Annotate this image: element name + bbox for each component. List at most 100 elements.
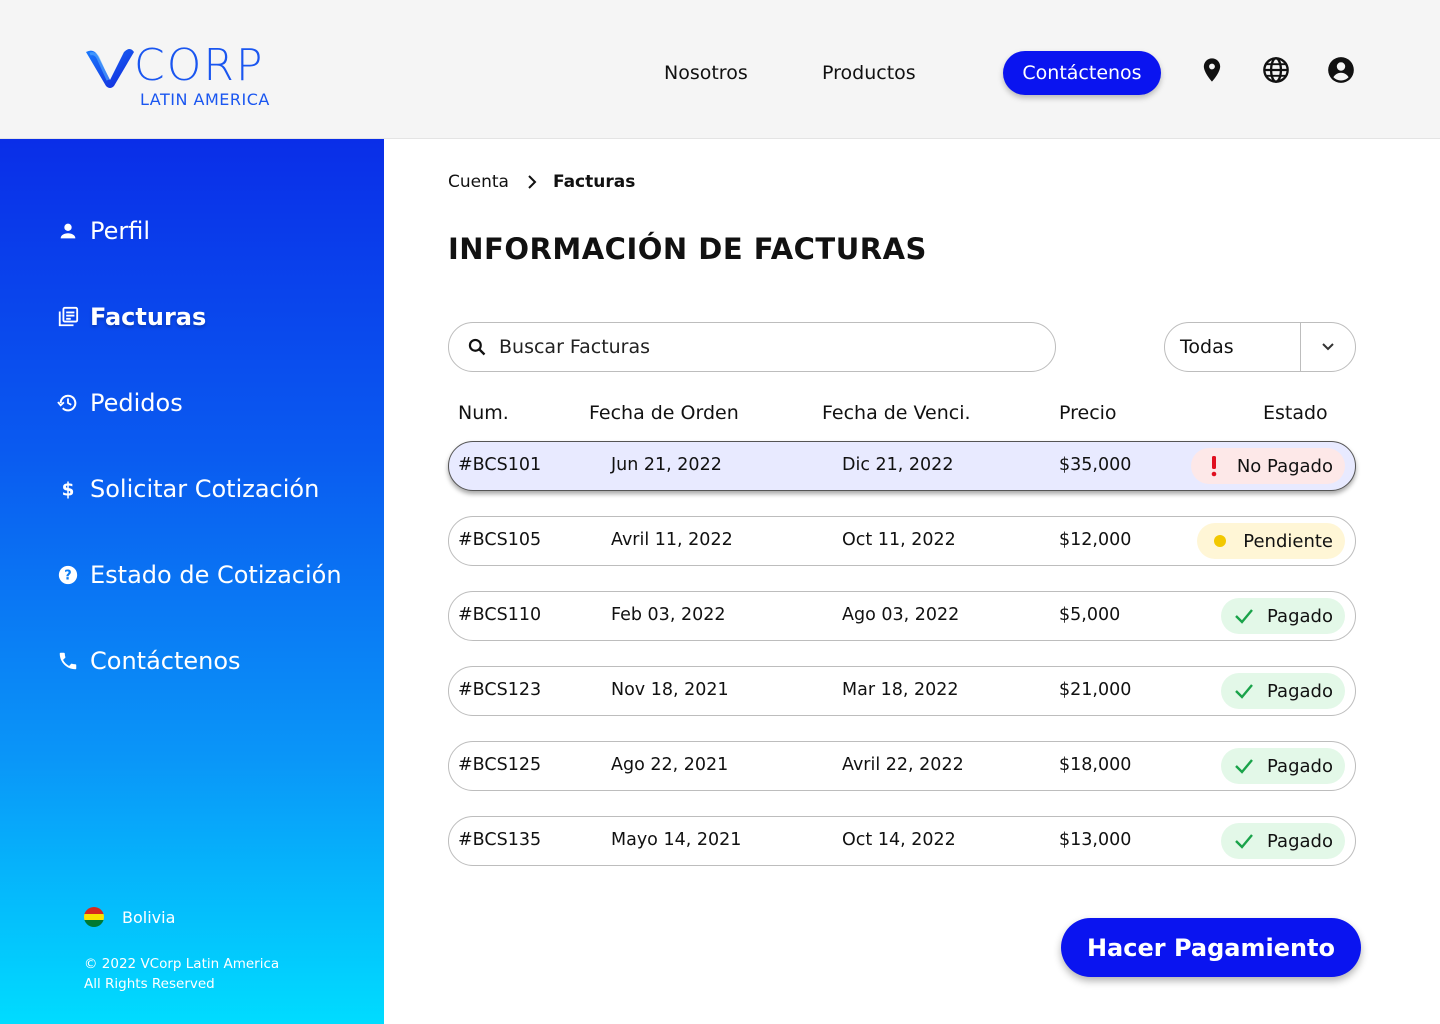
status-filter-select[interactable]: Todas: [1164, 322, 1356, 372]
sidebar-item-perfil[interactable]: Perfil: [56, 213, 150, 249]
status-filter-value: Todas: [1180, 336, 1234, 358]
column-header-num: Num.: [458, 402, 509, 424]
breadcrumb-current: Facturas: [552, 172, 636, 192]
person-icon: [56, 219, 80, 243]
exclamation-icon: [1203, 455, 1225, 477]
invoice-price: $21,000: [1059, 680, 1132, 700]
chevron-right-icon: [527, 175, 537, 189]
brand-name: CORP: [134, 40, 265, 91]
invoice-due-date: Oct 11, 2022: [842, 530, 956, 550]
invoice-row[interactable]: #BCS101 Jun 21, 2022 Dic 21, 2022 $35,00…: [448, 441, 1356, 491]
status-badge: Pagado: [1221, 598, 1345, 634]
invoice-due-date: Mar 18, 2022: [842, 680, 959, 700]
invoice-order-date: Ago 22, 2021: [611, 755, 729, 775]
breadcrumb: Cuenta Facturas: [448, 172, 635, 192]
invoice-price: $5,000: [1059, 605, 1121, 625]
invoice-price: $18,000: [1059, 755, 1132, 775]
copyright: © 2022 VCorp Latin America All Rights Re…: [84, 956, 280, 992]
checkmark-icon: [1233, 833, 1255, 849]
invoice-due-date: Oct 14, 2022: [842, 830, 956, 850]
status-label: Pagado: [1267, 830, 1333, 852]
invoice-price: $12,000: [1059, 530, 1132, 550]
country-label: Bolivia: [122, 907, 176, 927]
invoice-price: $35,000: [1059, 455, 1132, 475]
column-header-price: Precio: [1059, 402, 1117, 424]
invoice-number: #BCS101: [458, 455, 542, 475]
status-badge: Pagado: [1221, 748, 1345, 784]
dot-icon: [1209, 534, 1231, 548]
brand-region: LATIN AMERICA: [140, 90, 270, 109]
sidebar-item-label: Facturas: [90, 303, 207, 331]
invoice-row[interactable]: #BCS135 Mayo 14, 2021 Oct 14, 2022 $13,0…: [448, 816, 1356, 866]
chevron-down-icon: [1322, 343, 1334, 351]
history-icon: [56, 391, 80, 415]
sidebar-item-facturas[interactable]: Facturas: [56, 299, 206, 335]
invoice-order-date: Mayo 14, 2021: [611, 830, 742, 850]
account-circle-icon[interactable]: [1327, 56, 1355, 84]
top-header: CORP LATIN AMERICA Nosotros Productos Co…: [0, 0, 1440, 139]
invoice-number: #BCS135: [458, 830, 542, 850]
status-badge: Pendiente: [1197, 523, 1345, 559]
invoice-number: #BCS125: [458, 755, 542, 775]
sidebar-item-contactenos[interactable]: Contáctenos: [56, 643, 241, 679]
help-circle-icon: ?: [56, 563, 80, 587]
invoice-row[interactable]: #BCS123 Nov 18, 2021 Mar 18, 2022 $21,00…: [448, 666, 1356, 716]
phone-icon: [56, 649, 80, 673]
checkmark-icon: [1233, 758, 1255, 774]
status-label: Pendiente: [1243, 530, 1333, 552]
status-label: No Pagado: [1236, 455, 1333, 477]
invoices-icon: [56, 305, 80, 329]
logo-v-icon: [86, 49, 134, 88]
status-label: Pagado: [1267, 680, 1333, 702]
invoice-order-date: Feb 03, 2022: [611, 605, 726, 625]
invoice-number: #BCS105: [458, 530, 542, 550]
status-badge: No Pagado: [1190, 448, 1345, 484]
checkmark-icon: [1233, 608, 1255, 624]
sidebar-item-label: Estado de Cotización: [90, 561, 342, 589]
status-badge: Pagado: [1221, 673, 1345, 709]
page-title: INFORMACIÓN DE FACTURAS: [448, 232, 927, 266]
sidebar: Perfil Facturas Pedidos $ Solicitar Coti…: [0, 139, 384, 1024]
nav-link-nosotros[interactable]: Nosotros: [664, 62, 748, 84]
invoice-row[interactable]: #BCS110 Feb 03, 2022 Ago 03, 2022 $5,000…: [448, 591, 1356, 641]
search-box[interactable]: [448, 322, 1056, 372]
globe-icon[interactable]: [1262, 56, 1290, 84]
sidebar-item-solicitar-cotizacion[interactable]: $ Solicitar Cotización: [56, 471, 320, 507]
sidebar-item-label: Solicitar Cotización: [90, 475, 320, 503]
make-payment-button[interactable]: Hacer Pagamiento: [1061, 918, 1361, 977]
dollar-icon: $: [56, 477, 80, 501]
invoice-price: $13,000: [1059, 830, 1132, 850]
sidebar-item-estado-cotizacion[interactable]: ? Estado de Cotización: [56, 557, 342, 593]
sidebar-item-label: Perfil: [90, 217, 151, 245]
svg-text:$: $: [62, 479, 75, 500]
invoice-number: #BCS110: [458, 605, 542, 625]
status-label: Pagado: [1267, 605, 1333, 627]
status-label: Pagado: [1267, 755, 1333, 777]
bolivia-flag-icon: [84, 907, 104, 927]
svg-text:?: ?: [64, 569, 71, 584]
search-icon: [468, 338, 486, 356]
column-header-order-date: Fecha de Orden: [589, 402, 739, 424]
column-header-status: Estado: [1263, 402, 1328, 424]
brand-logo[interactable]: CORP LATIN AMERICA: [84, 40, 304, 110]
status-badge: Pagado: [1221, 823, 1345, 859]
search-input[interactable]: [499, 336, 1019, 358]
nav-link-productos[interactable]: Productos: [822, 62, 916, 84]
country-selector[interactable]: Bolivia: [84, 907, 175, 927]
checkmark-icon: [1233, 683, 1255, 699]
invoice-order-date: Nov 18, 2021: [611, 680, 729, 700]
sidebar-item-label: Contáctenos: [90, 647, 241, 675]
sidebar-item-label: Pedidos: [90, 389, 183, 417]
column-header-due-date: Fecha de Venci.: [822, 402, 971, 424]
invoice-row[interactable]: #BCS105 Avril 11, 2022 Oct 11, 2022 $12,…: [448, 516, 1356, 566]
invoice-number: #BCS123: [458, 680, 542, 700]
breadcrumb-parent[interactable]: Cuenta: [448, 172, 509, 192]
invoice-order-date: Jun 21, 2022: [611, 455, 722, 475]
filter-dropdown-button[interactable]: [1300, 323, 1355, 371]
invoice-row[interactable]: #BCS125 Ago 22, 2021 Avril 22, 2022 $18,…: [448, 741, 1356, 791]
sidebar-item-pedidos[interactable]: Pedidos: [56, 385, 183, 421]
invoice-due-date: Ago 03, 2022: [842, 605, 960, 625]
nav-contact-button[interactable]: Contáctenos: [1003, 51, 1161, 95]
location-pin-icon[interactable]: [1198, 56, 1226, 84]
invoice-due-date: Avril 22, 2022: [842, 755, 964, 775]
